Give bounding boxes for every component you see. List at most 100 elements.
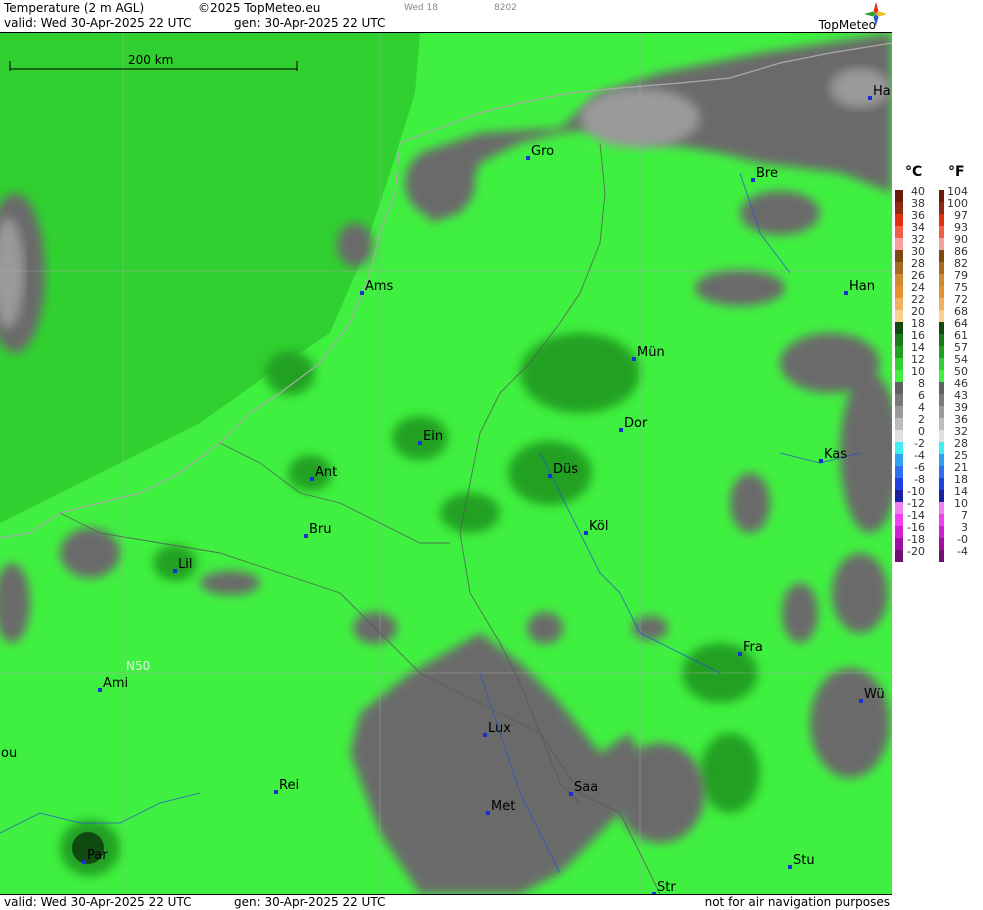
brand-name: TopMeteo — [818, 18, 876, 32]
legend-swatch-c — [895, 214, 903, 226]
legend-swatch-f — [939, 466, 944, 478]
map-header: Temperature (2 m AGL) ©2025 TopMeteo.eu … — [0, 0, 892, 33]
city-label-stu: Stu — [793, 853, 815, 868]
city-marker-düs — [548, 474, 552, 478]
legend-swatch-f — [939, 346, 944, 358]
disclaimer: not for air navigation purposes — [704, 895, 890, 909]
city-label-ant: Ant — [315, 465, 337, 480]
legend-swatch-c — [895, 286, 903, 298]
city-label-köl: Köl — [589, 519, 608, 534]
city-marker-gro — [526, 156, 530, 160]
legend-swatch-c — [895, 394, 903, 406]
city-label-str: Str — [657, 880, 676, 894]
legend-swatch-c — [895, 346, 903, 358]
run-code: 8202 — [494, 3, 517, 13]
city-marker-ams — [360, 291, 364, 295]
city-marker-bre — [751, 178, 755, 182]
city-label-fra: Fra — [743, 640, 763, 655]
legend-swatch-f — [939, 298, 944, 310]
legend-swatch-c — [895, 226, 903, 238]
legend-swatch-f — [939, 454, 944, 466]
valid-time: valid: Wed 30-Apr-2025 22 UTC — [4, 16, 192, 30]
legend-swatch-c — [895, 250, 903, 262]
map-footer: valid: Wed 30-Apr-2025 22 UTC gen: 30-Ap… — [0, 894, 892, 910]
legend-swatch-c — [895, 550, 903, 562]
city-label-mün: Mün — [637, 345, 665, 360]
footer-valid-time: valid: Wed 30-Apr-2025 22 UTC — [4, 895, 192, 909]
generated-time: gen: 30-Apr-2025 22 UTC — [234, 16, 386, 30]
city-label-par: Par — [87, 848, 108, 863]
legend-swatch-f — [939, 502, 944, 514]
city-marker-dor — [619, 428, 623, 432]
legend-swatch-c — [895, 454, 903, 466]
legend-swatch-c — [895, 418, 903, 430]
city-marker-ami — [98, 688, 102, 692]
city-label-ein: Ein — [423, 429, 443, 444]
legend-swatch-c — [895, 526, 903, 538]
city-label-bru: Bru — [309, 522, 332, 537]
legend-swatch-f — [939, 238, 944, 250]
city-marker-kas — [819, 459, 823, 463]
legend-swatch-f — [939, 430, 944, 442]
legend-swatch-c — [895, 490, 903, 502]
legend-swatch-f — [939, 262, 944, 274]
city-marker-stu — [788, 865, 792, 869]
legend-swatch-c — [895, 466, 903, 478]
city-label-ami: Ami — [103, 676, 128, 691]
city-label-ou: ou — [1, 746, 17, 761]
legend-swatch-f — [939, 550, 944, 562]
legend-swatch-c — [895, 274, 903, 286]
temperature-map[interactable]: 200 km N50 Ha Gro Bre Ams Han Mün Dor Ein Düs Ant… — [0, 33, 892, 894]
city-label-ams: Ams — [365, 279, 394, 294]
legend-swatch-c — [895, 262, 903, 274]
city-label-kas: Kas — [824, 447, 847, 462]
legend-swatch-f — [939, 334, 944, 346]
legend-swatch-c — [895, 334, 903, 346]
city-marker-mün — [632, 357, 636, 361]
legend-swatch-f — [939, 322, 944, 334]
city-label-düs: Düs — [553, 462, 578, 477]
color-legend: °C °F 40 104 38 100 36 97 34 93 32 90 30 86 28 82 26 79… — [893, 0, 983, 909]
legend-swatch-f — [939, 310, 944, 322]
city-label-wü: Wü — [864, 687, 885, 702]
legend-scale: 40 10438 10036 9734 9332 9030 8628 8226 7924 7522… — [895, 185, 968, 562]
city-marker-lux — [483, 733, 487, 737]
city-label-han: Han — [849, 279, 875, 294]
city-marker-bru — [304, 534, 308, 538]
legend-swatch-f — [939, 190, 944, 202]
legend-swatch-f — [939, 214, 944, 226]
legend-swatch-f — [939, 250, 944, 262]
day-tag: Wed 18 — [404, 3, 438, 13]
city-marker-ein — [418, 441, 422, 445]
legend-swatch-c — [895, 538, 903, 550]
city-marker-ant — [310, 477, 314, 481]
city-marker-met — [486, 811, 490, 815]
legend-swatch-f — [939, 418, 944, 430]
legend-swatch-c — [895, 514, 903, 526]
legend-swatch-c — [895, 190, 903, 202]
legend-swatch-f — [939, 526, 944, 538]
legend-swatch-f — [939, 490, 944, 502]
legend-swatch-c — [895, 298, 903, 310]
city-label-dor: Dor — [624, 416, 648, 431]
legend-swatch-f — [939, 406, 944, 418]
city-label-rei: Rei — [279, 778, 299, 793]
legend-swatch-f — [939, 442, 944, 454]
legend-swatch-c — [895, 370, 903, 382]
legend-label-c: -20 — [907, 545, 925, 558]
copyright: ©2025 TopMeteo.eu — [198, 1, 321, 15]
legend-swatch-f — [939, 478, 944, 490]
legend-swatch-c — [895, 322, 903, 334]
legend-swatch-c — [895, 202, 903, 214]
legend-swatch-f — [939, 538, 944, 550]
city-marker-han — [844, 291, 848, 295]
city-label-saa: Saa — [574, 780, 598, 795]
legend-swatch-f — [939, 394, 944, 406]
legend-swatch-f — [939, 382, 944, 394]
legend-swatch-f — [939, 286, 944, 298]
legend-swatch-c — [895, 442, 903, 454]
grid-label-n50: N50 — [126, 659, 150, 673]
legend-swatch-f — [939, 358, 944, 370]
city-marker-lil — [173, 569, 177, 573]
legend-swatch-c — [895, 238, 903, 250]
